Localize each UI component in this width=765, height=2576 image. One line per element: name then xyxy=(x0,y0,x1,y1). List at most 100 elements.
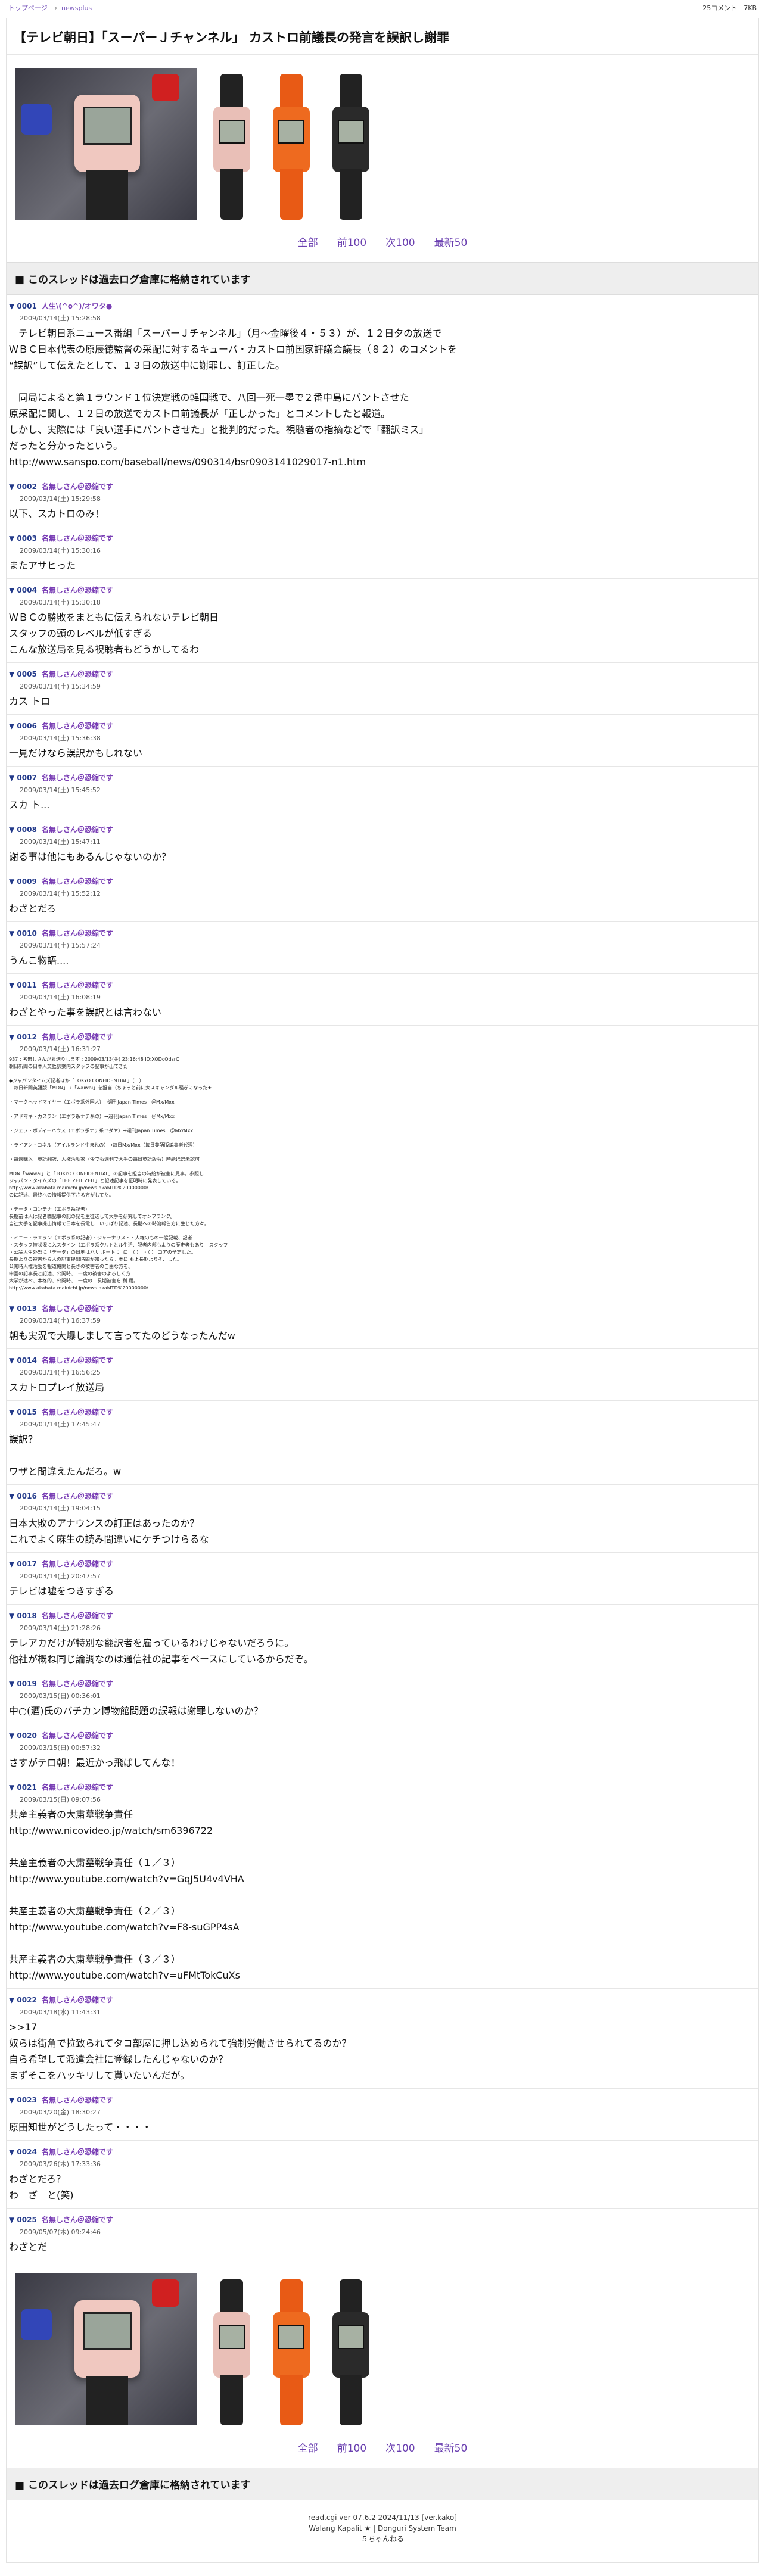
post-number[interactable]: 0017 xyxy=(17,1560,36,1568)
post-link[interactable]: http://www.sanspo.com/baseball/news/0903… xyxy=(9,454,756,470)
post-body: スカトロプレイ放送局 xyxy=(9,1382,105,1393)
post-date: 2009/03/14(土) 15:36:38 xyxy=(20,734,101,742)
post-number[interactable]: 0023 xyxy=(17,2096,36,2104)
post-body: 誤訳？ ワザと間違えたんだろ。w xyxy=(9,1434,122,1477)
post-number[interactable]: 0014 xyxy=(17,1356,36,1365)
post-date: 2009/03/20(金) 18:30:27 xyxy=(20,2108,101,2116)
post-link[interactable]: http://www.akahata.mainichi.jp/news.akaM… xyxy=(9,1285,756,1292)
post: ▼ 0015 名無しさん＠恐縮です 2009/03/14(土) 17:45:47 誤訳… xyxy=(7,1401,758,1485)
post-link[interactable]: http://www.nicovideo.jp/watch/sm6396722 xyxy=(9,1823,756,1839)
post-number[interactable]: 0018 xyxy=(17,1612,36,1620)
ad-product-pink[interactable] xyxy=(207,74,256,220)
post: ▼ 0020 名無しさん＠恐縮です 2009/03/15(日) 00:57:32 さす… xyxy=(7,1724,758,1776)
nav-all-link[interactable]: 全部 xyxy=(298,2440,318,2454)
post-number[interactable]: 0025 xyxy=(17,2216,36,2224)
post-number[interactable]: 0012 xyxy=(17,1033,36,1041)
post-header: ▼ 0001 人生\(^o^)/オワタ● xyxy=(9,301,756,311)
post-body-line: 共産主義者の大粛墓戦争責任（２／３） xyxy=(9,1905,181,1917)
post-header: ▼ 0002 名無しさん＠恐縮です xyxy=(9,481,756,491)
post-header: ▼ 0006 名無しさん＠恐縮です xyxy=(9,721,756,731)
post-body: さすがテロ朝！最近かっ飛ばしてんな！ xyxy=(9,1757,181,1768)
post-number[interactable]: 0007 xyxy=(17,774,36,782)
post-date: 2009/03/14(土) 17:45:47 xyxy=(20,1421,101,1428)
triangle-down-icon: ▼ xyxy=(9,1996,17,2004)
post-link[interactable]: http://www.youtube.com/watch?v=uFMtTokCu… xyxy=(9,1967,756,1983)
post-number[interactable]: 0003 xyxy=(17,534,36,543)
archived-notice: ■ このスレッドは過去ログ倉庫に格納されています xyxy=(7,2468,758,2500)
post-number[interactable]: 0010 xyxy=(17,929,36,937)
reply-anchor-link[interactable]: >>17 xyxy=(9,2019,756,2035)
nav-prev-link[interactable]: 前100 xyxy=(337,234,366,249)
post: ▼ 0016 名無しさん＠恐縮です 2009/03/14(土) 19:04:15 日本… xyxy=(7,1485,758,1553)
ad-product-black[interactable] xyxy=(326,74,375,220)
post-number[interactable]: 0006 xyxy=(17,722,36,730)
triangle-down-icon: ▼ xyxy=(9,1783,17,1792)
ad-banner-bottom[interactable] xyxy=(7,2260,758,2430)
post-number[interactable]: 0008 xyxy=(17,826,36,834)
post-date: 2009/03/14(土) 15:34:59 xyxy=(20,683,101,690)
ad-product-orange[interactable] xyxy=(267,74,316,220)
post-author-name: 名無しさん＠恐縮です xyxy=(41,826,113,834)
ad-product-orange[interactable] xyxy=(267,2279,316,2425)
post-date: 2009/03/14(土) 21:28:26 xyxy=(20,1624,101,1632)
home-link[interactable]: トップページ xyxy=(8,4,48,12)
post-number[interactable]: 0009 xyxy=(17,877,36,886)
post-author-name: 名無しさん＠恐縮です xyxy=(41,482,113,491)
post-number[interactable]: 0015 xyxy=(17,1408,36,1416)
triangle-down-icon: ▼ xyxy=(9,2148,17,2156)
nav-next-link[interactable]: 次100 xyxy=(385,234,415,249)
post-number[interactable]: 0016 xyxy=(17,1492,36,1500)
post-number[interactable]: 0022 xyxy=(17,1996,36,2004)
nav-latest-link[interactable]: 最新50 xyxy=(434,2440,468,2454)
post-author-name: 名無しさん＠恐縮です xyxy=(41,1492,113,1500)
post-author-name: 名無しさん＠恐縮です xyxy=(41,774,113,782)
nav-latest-link[interactable]: 最新50 xyxy=(434,234,468,249)
post-header: ▼ 0008 名無しさん＠恐縮です xyxy=(9,824,756,834)
post: ▼ 0023 名無しさん＠恐縮です 2009/03/20(金) 18:30:27 原田… xyxy=(7,2089,758,2141)
post-body: 日本大敗のアナウンスの訂正はあったのか？ これでよく麻生の読み間違いにケチつけら… xyxy=(9,1518,209,1545)
post: ▼ 0024 名無しさん＠恐縮です 2009/03/26(木) 17:33:36 わざ… xyxy=(7,2141,758,2209)
post-link[interactable]: http://www.youtube.com/watch?v=F8-suGPP4… xyxy=(9,1919,756,1935)
triangle-down-icon: ▼ xyxy=(9,2096,17,2104)
post-body: 一見だけなら誤訳かもしれない xyxy=(9,747,143,759)
post: ▼ 0019 名無しさん＠恐縮です 2009/03/15(日) 00:36:01 中○… xyxy=(7,1672,758,1724)
post-body: 中○(酒)氏のバチカン博物館問題の誤報は謝罪しないのか？ xyxy=(9,1705,263,1717)
post-number[interactable]: 0021 xyxy=(17,1783,36,1792)
triangle-down-icon: ▼ xyxy=(9,722,17,730)
triangle-down-icon: ▼ xyxy=(9,929,17,937)
dice-icon xyxy=(152,2279,179,2307)
post-body-line: 共産主義者の大粛墓戦争責任（１／３） xyxy=(9,1857,181,1868)
post-header: ▼ 0004 名無しさん＠恐縮です xyxy=(9,585,756,595)
footer-version: read.cgi ver 07.6.2 2024/11/13 [ver.kako… xyxy=(308,2513,457,2522)
ad-promo-image[interactable] xyxy=(15,2273,197,2425)
post-author-name: 名無しさん＠恐縮です xyxy=(41,1560,113,1568)
post-number[interactable]: 0011 xyxy=(17,981,36,989)
post-number[interactable]: 0019 xyxy=(17,1680,36,1688)
post-number[interactable]: 0002 xyxy=(17,482,36,491)
post-author-name: 名無しさん＠恐縮です xyxy=(41,1680,113,1688)
ad-product-black[interactable] xyxy=(326,2279,375,2425)
nav-all-link[interactable]: 全部 xyxy=(298,234,318,249)
board-link[interactable]: newsplus xyxy=(61,4,92,12)
nav-next-link[interactable]: 次100 xyxy=(385,2440,415,2454)
post: ▼ 0012 名無しさん＠恐縮です 2009/03/14(土) 16:31:27 93… xyxy=(7,1026,758,1297)
ad-promo-image[interactable] xyxy=(15,68,197,220)
nav-prev-link[interactable]: 前100 xyxy=(337,2440,366,2454)
post-date: 2009/05/07(木) 09:24:46 xyxy=(20,2228,101,2236)
post-number[interactable]: 0020 xyxy=(17,1731,36,1740)
triangle-down-icon: ▼ xyxy=(9,534,17,543)
post-number[interactable]: 0013 xyxy=(17,1304,36,1313)
triangle-down-icon: ▼ xyxy=(9,482,17,491)
post-body: 奴らは街角で拉致られてタコ部屋に押し込められて強制労働させられてるのか？ 自ら希… xyxy=(9,2038,352,2081)
dice-icon xyxy=(21,104,52,135)
post-number[interactable]: 0024 xyxy=(17,2148,36,2156)
post-number[interactable]: 0001 xyxy=(17,302,36,310)
post-link[interactable]: http://www.youtube.com/watch?v=GqJ5U4v4V… xyxy=(9,1871,756,1887)
post-number[interactable]: 0005 xyxy=(17,670,36,678)
post: ▼ 0017 名無しさん＠恐縮です 2009/03/14(土) 20:47:57 テレ… xyxy=(7,1553,758,1605)
ad-banner-top[interactable] xyxy=(7,55,758,225)
post-header: ▼ 0018 名無しさん＠恐縮です xyxy=(9,1611,756,1621)
ad-product-pink[interactable] xyxy=(207,2279,256,2425)
post-date: 2009/03/18(水) 11:43:31 xyxy=(20,2008,101,2016)
post-number[interactable]: 0004 xyxy=(17,586,36,594)
